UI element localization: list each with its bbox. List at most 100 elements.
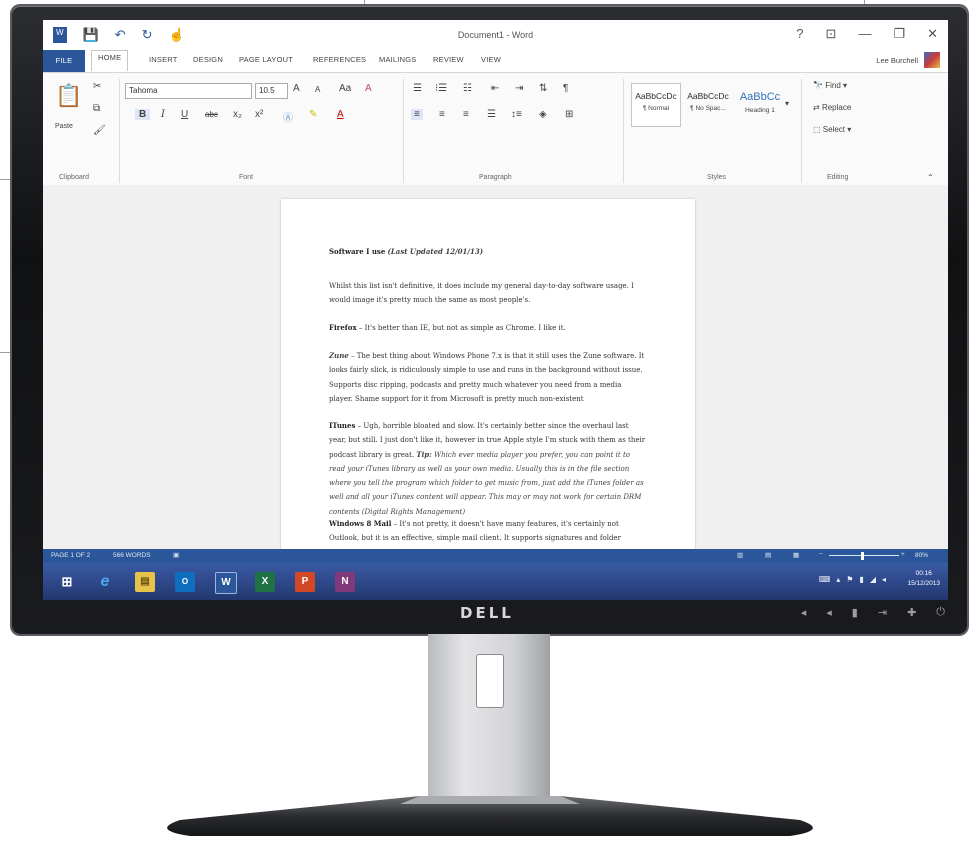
avatar[interactable] <box>924 52 940 68</box>
zoom-out-icon[interactable]: − <box>819 551 823 558</box>
line-spacing-icon[interactable]: ↕≡ <box>511 109 522 120</box>
tab-home[interactable]: HOME <box>91 50 129 71</box>
title-bar: W 💾 ↶ ↻ ☝ Document1 - Word ? ⊡ — ❐ ✕ <box>43 20 948 50</box>
word-icon[interactable]: W <box>215 572 237 594</box>
tab-references[interactable]: REFERENCES <box>313 55 366 64</box>
hw-button-icon[interactable]: ◂ <box>826 606 832 619</box>
proofing-icon[interactable]: ▣ <box>173 551 179 559</box>
strikethrough-button[interactable]: abc <box>205 110 218 119</box>
onenote-icon[interactable]: N <box>335 572 355 592</box>
underline-button[interactable]: U <box>181 109 188 120</box>
styles-more-icon[interactable]: ▾ <box>785 99 789 108</box>
paste-icon[interactable]: 📋 <box>55 83 82 109</box>
clear-formatting-button[interactable]: A <box>365 83 372 94</box>
sort-icon[interactable]: ⇅ <box>539 83 547 94</box>
power-icon[interactable]: ⏻ <box>936 606 945 619</box>
replace-button[interactable]: ⇄ Replace <box>813 103 851 112</box>
clock[interactable]: 00:16 15/12/2013 <box>907 569 940 589</box>
zoom-level[interactable]: 80% <box>915 552 928 559</box>
document-page[interactable]: Software I use (Last Updated 12/01/13) W… <box>281 199 695 559</box>
font-name-input[interactable]: Tahoma <box>125 83 252 99</box>
increase-indent-icon[interactable]: ⇥ <box>515 83 523 94</box>
heading-text: Software I use <box>329 247 386 256</box>
decrease-indent-icon[interactable]: ⇤ <box>491 83 499 94</box>
web-layout-icon[interactable]: ▦ <box>793 551 799 559</box>
select-button[interactable]: ⬚ Select ▾ <box>813 125 851 134</box>
divider <box>623 79 624 183</box>
style-sample: AaBbCcDc <box>687 91 729 101</box>
change-case-button[interactable]: Aa <box>339 83 351 94</box>
excel-icon[interactable]: X <box>255 572 275 592</box>
style-no-spacing[interactable]: AaBbCcDc ¶ No Spac... <box>683 83 733 127</box>
print-layout-icon[interactable]: ▤ <box>765 551 771 559</box>
grow-font-button[interactable]: A <box>293 83 300 94</box>
format-painter-icon[interactable]: 🖌 <box>93 125 106 136</box>
copy-icon[interactable]: ⧉ <box>93 103 100 114</box>
internet-explorer-icon[interactable]: e <box>95 572 115 592</box>
read-mode-icon[interactable]: ▥ <box>737 551 743 559</box>
ribbon-display-icon[interactable]: ⊡ <box>826 26 837 42</box>
tab-page-layout[interactable]: PAGE LAYOUT <box>239 55 293 64</box>
style-label: ¶ Normal <box>642 105 670 112</box>
zoom-slider-thumb[interactable] <box>861 552 864 560</box>
monitor-stand-base <box>167 796 813 836</box>
tab-review[interactable]: REVIEW <box>433 55 464 64</box>
help-icon[interactable]: ? <box>796 26 803 42</box>
tab-view[interactable]: VIEW <box>481 55 501 64</box>
file-explorer-icon[interactable]: ▤ <box>135 572 155 592</box>
tab-design[interactable]: DESIGN <box>193 55 223 64</box>
justify-icon[interactable]: ☰ <box>487 109 496 120</box>
page-count[interactable]: PAGE 1 OF 2 <box>51 552 90 559</box>
hw-button-icon[interactable]: ◂ <box>801 606 807 619</box>
font-size-input[interactable]: 10.5 <box>255 83 288 99</box>
hw-button-icon[interactable]: ▮ <box>852 606 858 619</box>
shrink-font-button[interactable]: A <box>315 85 320 94</box>
multilevel-list-icon[interactable]: ☷ <box>463 83 472 94</box>
user-name[interactable]: Lee Burchell <box>876 56 918 65</box>
windows-start-icon[interactable]: ⊞ <box>57 572 77 592</box>
paste-button[interactable]: Paste <box>55 123 73 130</box>
tab-mailings[interactable]: MAILINGS <box>379 55 416 64</box>
style-normal[interactable]: AaBbCcDc ¶ Normal <box>631 83 681 127</box>
highlight-icon[interactable]: ✎ <box>309 109 317 120</box>
powerpoint-icon[interactable]: P <box>295 572 315 592</box>
text-effects-icon[interactable]: Ⓐ <box>283 109 293 124</box>
taskbar: ⊞ e ▤ O W X P N ⌨▴⚑▮◢◂ 00:16 15/12/2013 <box>43 563 948 600</box>
word-count[interactable]: 566 WORDS <box>113 552 151 559</box>
font-color-icon[interactable]: A <box>337 109 344 120</box>
find-button[interactable]: 🔭 Find ▾ <box>813 81 847 90</box>
bold-button[interactable]: B <box>135 109 151 120</box>
tab-file[interactable]: FILE <box>43 50 85 72</box>
tab-insert[interactable]: INSERT <box>149 55 178 64</box>
style-heading-1[interactable]: AaBbCc Heading 1 <box>735 83 785 127</box>
shading-icon[interactable]: ◈ <box>539 109 547 120</box>
italic-button[interactable]: I <box>161 109 165 120</box>
superscript-button[interactable]: x² <box>255 109 263 120</box>
collapse-ribbon-icon[interactable]: ⌃ <box>927 173 934 182</box>
system-tray[interactable]: ⌨▴⚑▮◢◂ <box>819 575 892 584</box>
align-left-icon[interactable]: ≡ <box>411 109 423 120</box>
show-marks-icon[interactable]: ¶ <box>563 83 568 94</box>
hw-button-icon[interactable]: ✚ <box>907 606 916 619</box>
restore-icon[interactable]: ❐ <box>893 26 905 42</box>
doc-heading: Software I use (Last Updated 12/01/13) <box>329 245 647 259</box>
cut-icon[interactable]: ✂ <box>93 81 101 92</box>
firefox-text: – It's better than IE, but not as simple… <box>356 324 566 332</box>
close-icon[interactable]: ✕ <box>927 26 938 42</box>
screen: W 💾 ↶ ↻ ☝ Document1 - Word ? ⊡ — ❐ ✕ FIL… <box>43 20 948 600</box>
hw-button-icon[interactable]: ⇥ <box>878 606 887 619</box>
bullets-icon[interactable]: ☰ <box>413 83 422 94</box>
style-label: Heading 1 <box>745 107 775 114</box>
numbering-icon[interactable]: ⁝☰ <box>435 83 447 94</box>
outlook-icon[interactable]: O <box>175 572 195 592</box>
subscript-button[interactable]: x₂ <box>233 109 242 120</box>
borders-icon[interactable]: ⊞ <box>565 109 573 120</box>
clock-date: 15/12/2013 <box>907 580 940 587</box>
zoom-in-icon[interactable]: + <box>901 551 905 558</box>
align-center-icon[interactable]: ≡ <box>439 109 445 120</box>
minimize-icon[interactable]: — <box>858 26 871 42</box>
zoom-slider[interactable] <box>829 555 899 556</box>
heading-date: (Last Updated 12/01/13) <box>387 247 484 256</box>
binoculars-icon: 🔭 <box>813 81 823 90</box>
align-right-icon[interactable]: ≡ <box>463 109 469 120</box>
